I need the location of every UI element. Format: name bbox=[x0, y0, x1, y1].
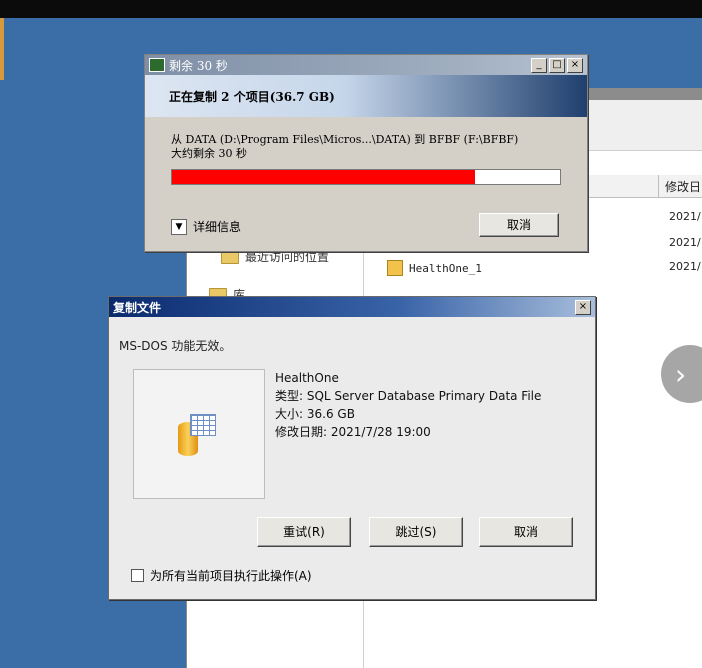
apply-to-all-checkbox[interactable] bbox=[131, 569, 144, 582]
progress-dialog-title: 剩余 30 秒 bbox=[169, 58, 228, 73]
file-info: HealthOne 类型: SQL Server Database Primar… bbox=[275, 369, 541, 441]
details-toggle[interactable]: ▼ 详细信息 bbox=[171, 218, 241, 235]
database-file-icon bbox=[178, 414, 216, 456]
details-label: 详细信息 bbox=[193, 220, 242, 234]
cancel-button[interactable]: 取消 bbox=[479, 517, 573, 547]
time-remaining: 大约剩余 30 秒 bbox=[171, 147, 247, 160]
copy-file-dialog: 复制文件 × MS-DOS 功能无效。 HealthOne 类型: SQL Se… bbox=[108, 296, 596, 600]
skip-button[interactable]: 跳过(S) bbox=[369, 517, 463, 547]
apply-to-all-label: 为所有当前项目执行此操作(A) bbox=[150, 569, 312, 583]
copy-progress-dialog: 剩余 30 秒 _ □ × 正在复制 2 个项目(36.7 GB) 从 DATA… bbox=[144, 54, 588, 252]
file-size: 大小: 36.6 GB bbox=[275, 407, 355, 421]
apply-to-all-checkbox-row[interactable]: 为所有当前项目执行此操作(A) bbox=[131, 567, 312, 584]
retry-button[interactable]: 重试(R) bbox=[257, 517, 351, 547]
progress-bar-fill bbox=[172, 170, 475, 184]
file-thumbnail bbox=[133, 369, 265, 499]
file-type: 类型: SQL Server Database Primary Data Fil… bbox=[275, 389, 542, 403]
chevron-down-icon[interactable]: ▼ bbox=[171, 218, 187, 235]
column-separator bbox=[658, 175, 659, 197]
close-button[interactable]: × bbox=[567, 58, 583, 73]
database-file-icon bbox=[387, 260, 403, 276]
date-cell: 2021/ bbox=[669, 236, 701, 249]
progress-dialog-titlebar: 剩余 30 秒 bbox=[145, 55, 587, 75]
top-strip bbox=[0, 0, 702, 18]
progress-banner: 正在复制 2 个项目(36.7 GB) bbox=[145, 75, 587, 117]
error-message: MS-DOS 功能无效。 bbox=[119, 339, 232, 353]
file-name: HealthOne bbox=[275, 371, 339, 385]
cancel-button[interactable]: 取消 bbox=[479, 213, 559, 237]
progress-bar bbox=[171, 169, 561, 185]
maximize-button[interactable]: □ bbox=[549, 58, 565, 73]
decorative-corner bbox=[0, 18, 4, 80]
file-item-healthone-1[interactable]: HealthOne_1 bbox=[387, 260, 482, 276]
minimize-button[interactable]: _ bbox=[531, 58, 547, 73]
column-header-modified[interactable]: 修改日 bbox=[665, 178, 701, 195]
copy-icon bbox=[149, 58, 165, 72]
copy-dialog-titlebar: 复制文件 bbox=[109, 297, 595, 317]
date-cell: 2021/ bbox=[669, 210, 701, 223]
close-button[interactable]: × bbox=[575, 300, 591, 315]
copy-dialog-title: 复制文件 bbox=[113, 300, 162, 315]
window-controls: _ □ × bbox=[531, 58, 583, 73]
date-cell: 2021/ bbox=[669, 260, 701, 273]
file-name: HealthOne_1 bbox=[409, 261, 482, 275]
file-modified: 修改日期: 2021/7/28 19:00 bbox=[275, 425, 431, 439]
